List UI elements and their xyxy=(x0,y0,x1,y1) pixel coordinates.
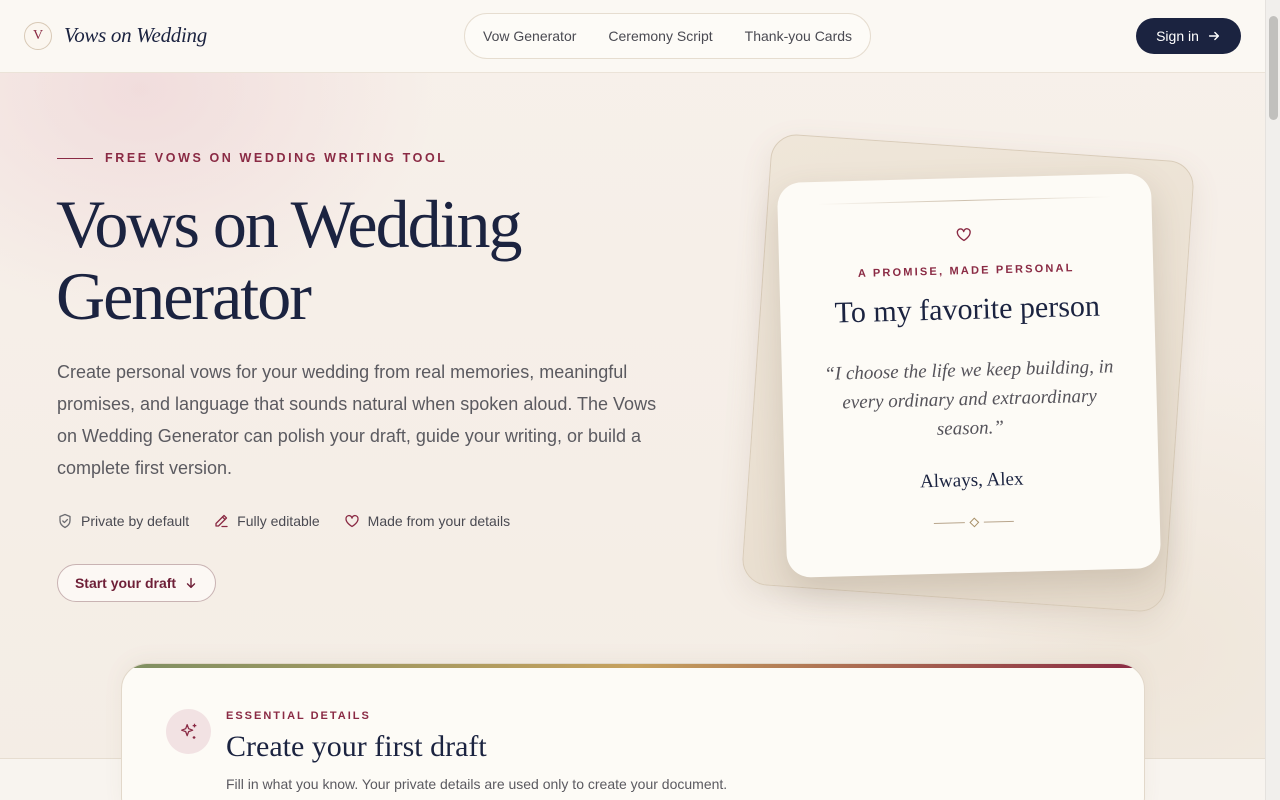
feature-editable: Fully editable xyxy=(213,513,320,529)
main-nav: Vow Generator Ceremony Script Thank-you … xyxy=(464,13,871,59)
arrow-right-icon xyxy=(1208,31,1219,41)
heart-icon xyxy=(345,514,359,528)
sign-in-button[interactable]: Sign in xyxy=(1136,18,1241,54)
heart-icon xyxy=(956,228,971,242)
site-header: V Vows on Wedding Vow Generator Ceremony… xyxy=(0,0,1265,73)
draft-form-card: ESSENTIAL DETAILS Create your first draf… xyxy=(121,663,1145,800)
nav-ceremony-script[interactable]: Ceremony Script xyxy=(608,28,712,44)
vow-preview-card: A PROMISE, MADE PERSONAL To my favorite … xyxy=(776,173,1162,578)
feature-label: Made from your details xyxy=(367,513,511,529)
feature-label: Private by default xyxy=(81,513,190,529)
hero-eyebrow: FREE VOWS ON WEDDING WRITING TOOL xyxy=(57,151,448,165)
eyebrow-rule xyxy=(57,157,93,159)
start-draft-label: Start your draft xyxy=(74,575,177,591)
arrow-down-icon xyxy=(186,577,196,589)
nav-vow-generator[interactable]: Vow Generator xyxy=(483,28,576,44)
hero-title: Vows on Wedding Generator xyxy=(56,186,523,334)
logo-mark[interactable]: V xyxy=(24,22,52,50)
hero-description: Create personal vows for your wedding fr… xyxy=(57,362,657,478)
page: V Vows on Wedding Vow Generator Ceremony… xyxy=(0,0,1265,800)
feature-label: Fully editable xyxy=(237,513,320,529)
start-draft-button[interactable]: Start your draft xyxy=(57,564,216,602)
card-divider xyxy=(933,516,1014,528)
feature-list: Private by default Fully editable Made f… xyxy=(57,513,510,529)
page-scrollbar[interactable] xyxy=(1265,0,1280,800)
shield-check-icon xyxy=(59,513,71,529)
card-quote: “I choose the life we keep building, in … xyxy=(824,356,1114,440)
form-title: Create your first draft xyxy=(226,730,487,763)
card-top-rule xyxy=(817,196,1112,205)
card-signature: Always, Alex xyxy=(919,468,1024,493)
scrollbar-thumb[interactable] xyxy=(1269,16,1278,120)
card-accent-bar xyxy=(122,664,1144,668)
sparkles-icon-badge xyxy=(166,709,211,754)
nav-thank-you-cards[interactable]: Thank-you Cards xyxy=(745,28,852,44)
sign-in-label: Sign in xyxy=(1156,28,1199,44)
card-title: To my favorite person xyxy=(834,289,1101,330)
sparkles-icon xyxy=(180,723,196,739)
diamond-icon xyxy=(968,516,979,527)
feature-details: Made from your details xyxy=(344,513,510,529)
logo-text[interactable]: Vows on Wedding xyxy=(64,23,207,48)
pencil-icon xyxy=(215,514,228,528)
form-subtitle: Fill in what you know. Your private deta… xyxy=(226,776,728,792)
hero-eyebrow-text: FREE VOWS ON WEDDING WRITING TOOL xyxy=(105,151,448,165)
feature-private: Private by default xyxy=(57,513,189,529)
form-eyebrow: ESSENTIAL DETAILS xyxy=(226,710,371,722)
card-eyebrow: A PROMISE, MADE PERSONAL xyxy=(857,262,1075,280)
